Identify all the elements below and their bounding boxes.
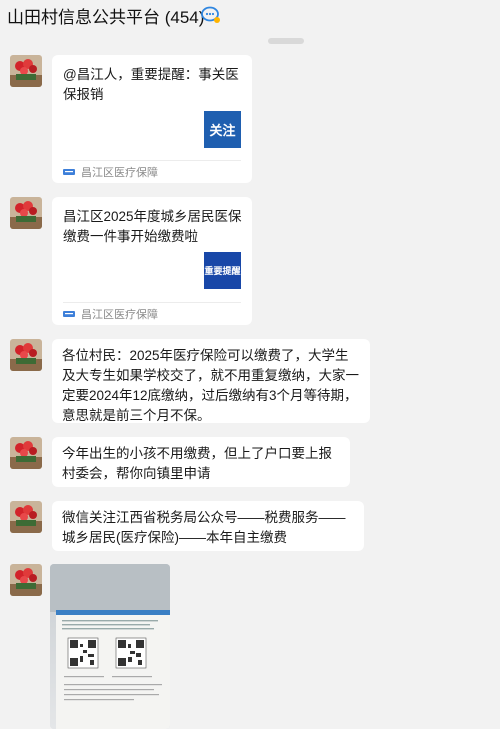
avatar[interactable] xyxy=(10,437,42,469)
qr-flyer-photo xyxy=(50,564,170,729)
avatar[interactable] xyxy=(10,197,42,229)
avatar[interactable] xyxy=(10,55,42,87)
flower-avatar-image xyxy=(10,339,42,371)
article-thumbnail: 重要提醒 xyxy=(204,252,241,289)
flower-avatar-image xyxy=(10,564,42,596)
text-message[interactable]: 今年出生的小孩不用缴费，但上了户口要上报村委会，帮你向镇里申请 xyxy=(52,437,350,487)
article-title: 昌江区2025年度城乡居民医保缴费一件事开始缴费啦 xyxy=(63,209,242,244)
image-message[interactable] xyxy=(50,564,170,729)
flower-avatar-image xyxy=(10,501,42,533)
article-card[interactable]: @昌江人，重要提醒：事关医保报销 关注 昌江区医疗保障 xyxy=(52,55,252,183)
article-source[interactable]: 昌江区医疗保障 xyxy=(63,164,158,180)
card-divider xyxy=(63,302,241,303)
card-divider xyxy=(63,160,241,161)
avatar[interactable] xyxy=(10,339,42,371)
article-title: @昌江人，重要提醒：事关医保报销 xyxy=(63,67,239,102)
official-account-icon xyxy=(63,169,75,175)
article-thumbnail: 关注 xyxy=(204,111,241,148)
article-card[interactable]: 昌江区2025年度城乡居民医保缴费一件事开始缴费啦 重要提醒 昌江区医疗保障 xyxy=(52,197,252,325)
chat-header: 山田村信息公共平台 (454) xyxy=(0,0,500,28)
source-name: 昌江区医疗保障 xyxy=(81,309,158,321)
official-account-icon xyxy=(63,311,75,317)
message-text: 今年出生的小孩不用缴费，但上了户口要上报村委会，帮你向镇里申请 xyxy=(62,446,332,481)
article-source[interactable]: 昌江区医疗保障 xyxy=(63,306,158,322)
scroll-indicator[interactable] xyxy=(268,38,304,44)
message-text: 各位村民：2025年医疗保险可以缴费了，大学生及大专生如果学校交了，就不用重复缴… xyxy=(62,348,359,423)
chat-bubble-icon[interactable] xyxy=(201,6,221,24)
text-message[interactable]: 各位村民：2025年医疗保险可以缴费了，大学生及大专生如果学校交了，就不用重复缴… xyxy=(52,339,370,423)
flower-avatar-image xyxy=(10,437,42,469)
chat-title: 山田村信息公共平台 (454) xyxy=(7,8,205,27)
flower-avatar-image xyxy=(10,197,42,229)
flower-avatar-image xyxy=(10,55,42,87)
avatar[interactable] xyxy=(10,501,42,533)
text-message[interactable]: 微信关注江西省税务局公众号——税费服务——城乡居民(医疗保险)——本年自主缴费 xyxy=(52,501,364,551)
source-name: 昌江区医疗保障 xyxy=(81,167,158,179)
avatar[interactable] xyxy=(10,564,42,596)
message-text: 微信关注江西省税务局公众号——税费服务——城乡居民(医疗保险)——本年自主缴费 xyxy=(62,510,346,545)
